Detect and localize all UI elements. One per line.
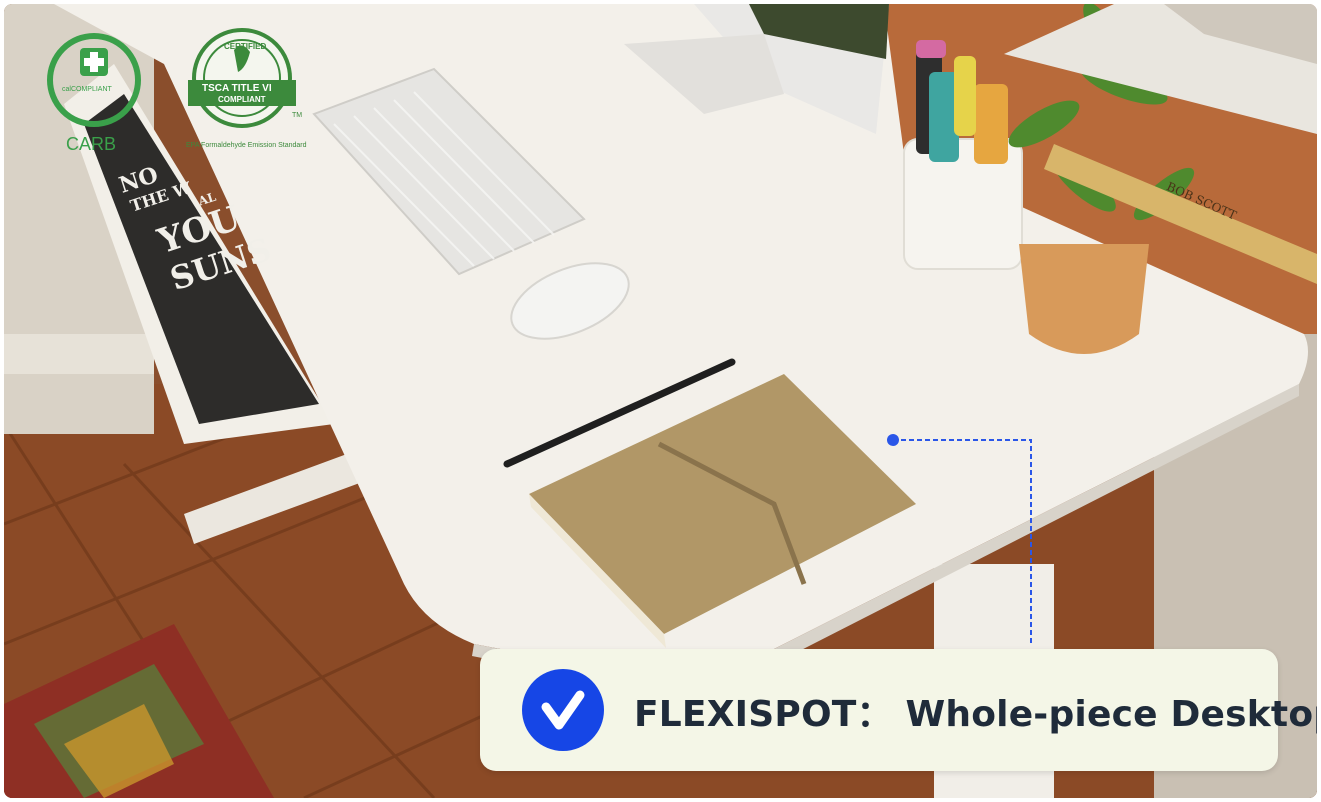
checkmark-icon	[522, 669, 604, 751]
pointer-line	[893, 439, 1032, 646]
callout-text: FLEXISPOT： Whole-piece Desktop	[634, 694, 1317, 735]
product-photo-frame: calCOMPLIANT CARB CERTIFIED TSCA TITLE V…	[4, 4, 1317, 798]
feature-callout: FLEXISPOT： Whole-piece Desktop	[480, 649, 1317, 771]
